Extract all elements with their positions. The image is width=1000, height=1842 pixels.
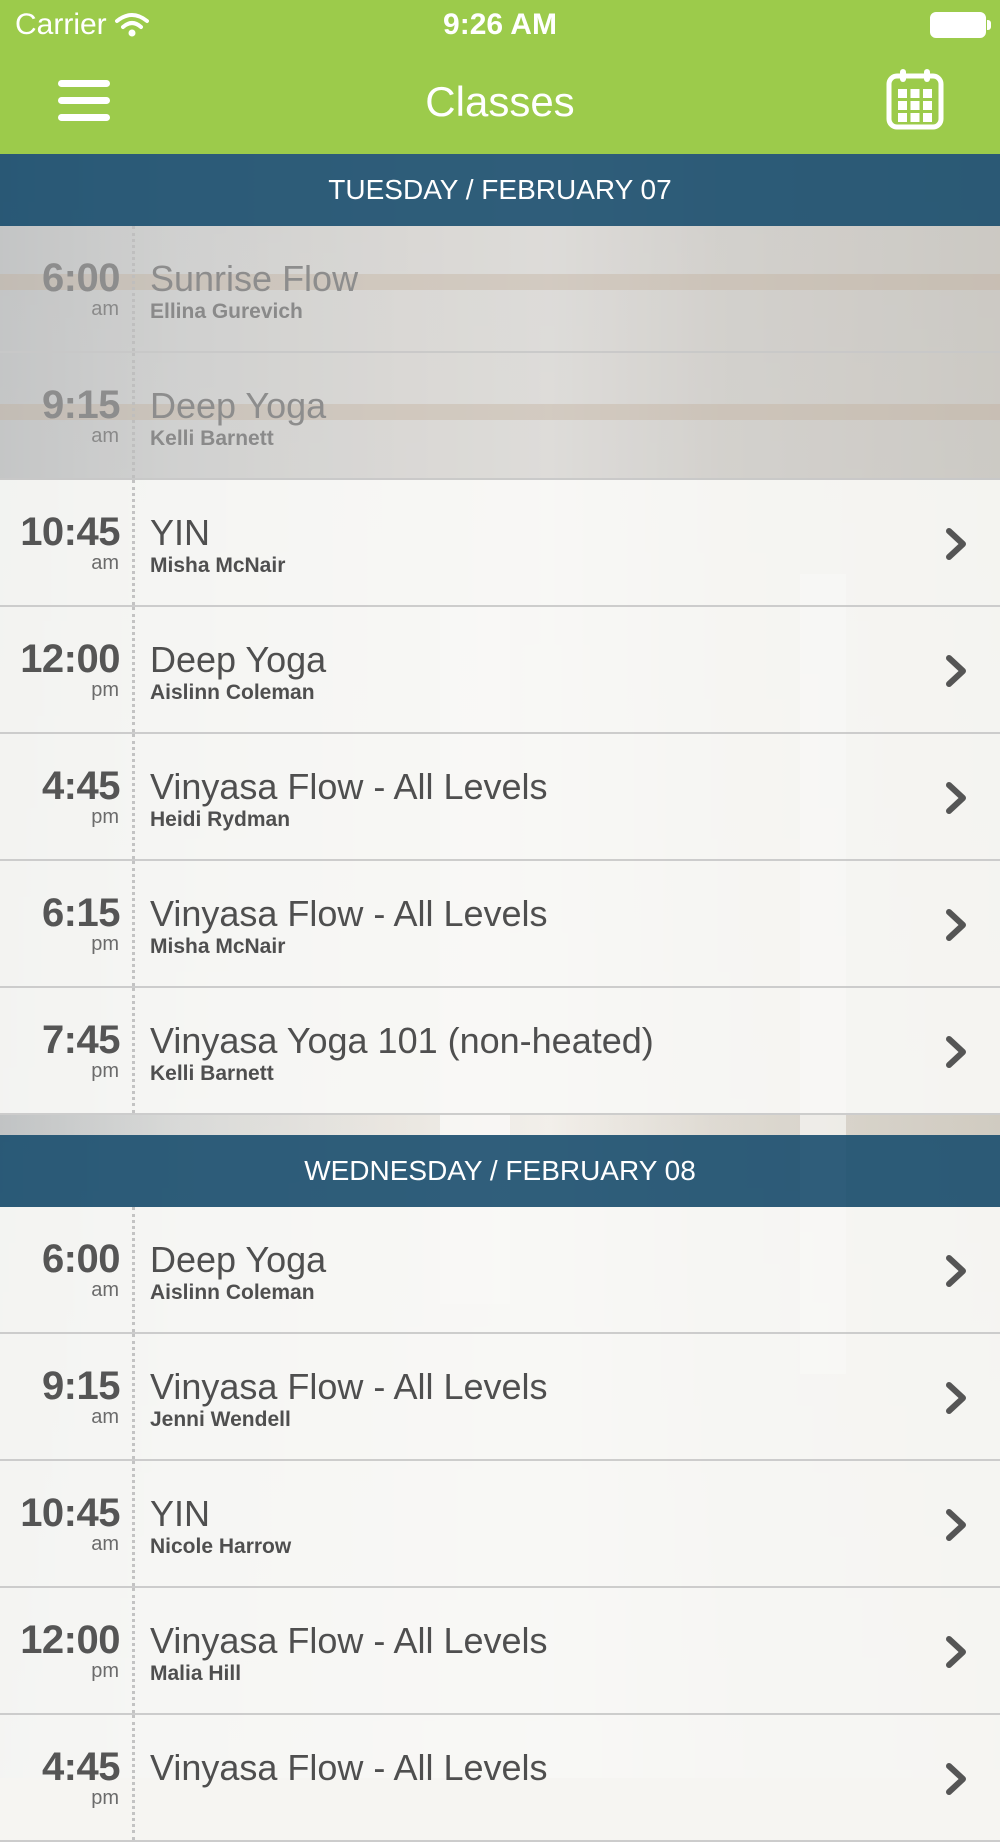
class-name: Vinyasa Flow - All Levels <box>150 1620 548 1661</box>
class-teacher: Misha McNair <box>150 935 286 958</box>
class-row[interactable]: 9:15 am Vinyasa Flow - All Levels Jenni Wen… <box>0 1334 1000 1461</box>
class-time: 12:00 pm <box>0 607 135 732</box>
calendar-icon[interactable] <box>886 68 944 130</box>
class-row[interactable]: 6:00 am Deep Yoga Aislinn Coleman <box>0 1207 1000 1334</box>
class-name: YIN <box>150 1493 211 1534</box>
class-ampm: pm <box>91 806 119 828</box>
class-time: 6:00 am <box>0 1207 135 1332</box>
class-start-time: 6:15 <box>41 891 121 935</box>
class-name: Deep Yoga <box>150 639 327 680</box>
class-start-time: 10:45 <box>20 510 120 554</box>
class-start-time: 4:45 <box>41 764 121 808</box>
class-time: 12:00 pm <box>0 1588 135 1713</box>
class-row[interactable]: 12:00 pm Deep Yoga Aislinn Coleman <box>0 607 1000 734</box>
navigation-bar: Carrier 9:26 AM Classes <box>0 0 1000 154</box>
battery-icon <box>930 12 991 38</box>
class-row[interactable]: 10:45 am YIN Misha McNair <box>0 480 1000 607</box>
class-name: Sunrise Flow <box>150 258 359 299</box>
class-row: 9:15 am Deep Yoga Kelli Barnett <box>0 353 1000 480</box>
class-row[interactable]: 7:45 pm Vinyasa Yoga 101 (non-heated) Kelli… <box>0 988 1000 1115</box>
class-teacher: Nicole Harrow <box>150 1535 292 1558</box>
class-name: Vinyasa Flow - All Levels <box>150 766 548 807</box>
class-row[interactable]: 4:45 pm Vinyasa Flow - All Levels <box>0 1715 1000 1842</box>
class-ampm: am <box>91 1279 119 1301</box>
chevron-right-icon <box>942 780 970 816</box>
class-name: Vinyasa Flow - All Levels <box>150 1366 548 1407</box>
chevron-right-icon <box>942 1253 970 1289</box>
class-time: 4:45 pm <box>0 734 135 859</box>
class-time: 9:15 am <box>0 353 135 478</box>
class-start-time: 10:45 <box>20 1491 120 1535</box>
status-time: 9:26 AM <box>443 8 557 41</box>
class-time: 10:45 am <box>0 1461 135 1586</box>
page-title: Classes <box>425 78 575 125</box>
class-time: 6:15 pm <box>0 861 135 986</box>
class-teacher: Kelli Barnett <box>150 427 274 450</box>
day-gap <box>0 1115 1000 1135</box>
class-start-time: 4:45 <box>41 1745 121 1789</box>
class-name: Vinyasa Flow - All Levels <box>150 1747 548 1788</box>
class-ampm: am <box>91 1533 119 1555</box>
class-name: Vinyasa Yoga 101 (non-heated) <box>150 1020 654 1061</box>
class-time: 9:15 am <box>0 1334 135 1459</box>
chevron-right-icon <box>942 526 970 562</box>
class-time: 10:45 am <box>0 480 135 605</box>
status-bar: Carrier 9:26 AM <box>0 0 1000 50</box>
class-teacher: Aislinn Coleman <box>150 681 315 704</box>
class-name: Vinyasa Flow - All Levels <box>150 893 548 934</box>
class-ampm: pm <box>91 1660 119 1682</box>
class-teacher: Ellina Gurevich <box>150 300 303 323</box>
class-ampm: pm <box>91 679 119 701</box>
class-ampm: am <box>91 1406 119 1428</box>
day-header: TUESDAY / FEBRUARY 07 <box>0 154 1000 226</box>
class-start-time: 6:00 <box>41 1237 121 1281</box>
class-teacher: Heidi Rydman <box>150 808 291 831</box>
class-time: 7:45 pm <box>0 988 135 1113</box>
chevron-right-icon <box>942 653 970 689</box>
class-start-time: 12:00 <box>20 1618 120 1662</box>
class-ampm: am <box>91 552 119 574</box>
class-schedule-list[interactable]: TUESDAY / FEBRUARY 07 6:00 am Sunrise Flow E… <box>0 154 1000 1842</box>
class-ampm: am <box>91 425 119 447</box>
class-teacher: Misha McNair <box>150 554 286 577</box>
class-ampm: pm <box>91 1787 119 1809</box>
class-start-time: 9:15 <box>41 383 121 427</box>
class-ampm: am <box>91 298 119 320</box>
class-start-time: 6:00 <box>41 256 121 300</box>
class-name: Deep Yoga <box>150 385 327 426</box>
chevron-right-icon <box>942 1380 970 1416</box>
chevron-right-icon <box>942 1507 970 1543</box>
class-row: 6:00 am Sunrise Flow Ellina Gurevich <box>0 226 1000 353</box>
class-row[interactable]: 10:45 am YIN Nicole Harrow <box>0 1461 1000 1588</box>
class-time: 6:00 am <box>0 226 135 351</box>
class-start-time: 7:45 <box>41 1018 121 1062</box>
day-header: WEDNESDAY / FEBRUARY 08 <box>0 1135 1000 1207</box>
class-start-time: 12:00 <box>20 637 120 681</box>
class-name: Deep Yoga <box>150 1239 327 1280</box>
class-ampm: pm <box>91 933 119 955</box>
chevron-right-icon <box>942 907 970 943</box>
class-teacher: Aislinn Coleman <box>150 1281 315 1304</box>
chevron-right-icon <box>942 1634 970 1670</box>
class-ampm: pm <box>91 1060 119 1082</box>
class-row[interactable]: 4:45 pm Vinyasa Flow - All Levels Heidi Ryd… <box>0 734 1000 861</box>
chevron-right-icon <box>942 1034 970 1070</box>
chevron-right-icon <box>942 1761 970 1797</box>
class-row[interactable]: 6:15 pm Vinyasa Flow - All Levels Misha McN… <box>0 861 1000 988</box>
class-teacher: Kelli Barnett <box>150 1062 274 1085</box>
class-name: YIN <box>150 512 211 553</box>
class-teacher: Jenni Wendell <box>150 1408 291 1431</box>
class-row[interactable]: 12:00 pm Vinyasa Flow - All Levels Malia Hi… <box>0 1588 1000 1715</box>
class-teacher: Malia Hill <box>150 1662 242 1685</box>
class-start-time: 9:15 <box>41 1364 121 1408</box>
